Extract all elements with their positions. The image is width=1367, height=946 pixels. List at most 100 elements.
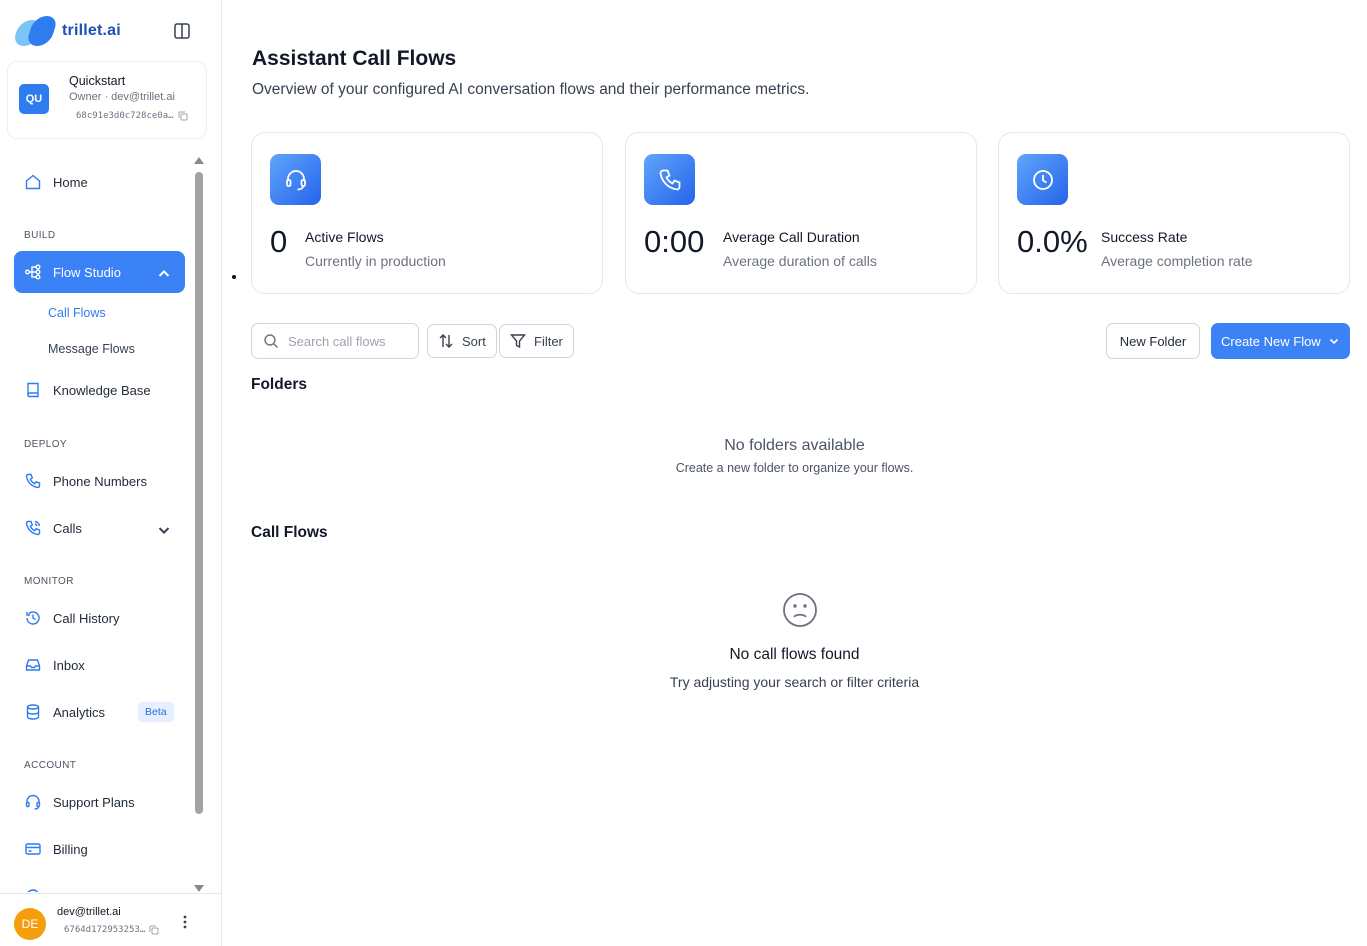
- gear-icon: [27, 889, 39, 892]
- sidebar-item-billing[interactable]: Billing: [14, 828, 185, 870]
- inbox-icon: [25, 659, 41, 671]
- section-label-build: BUILD: [24, 230, 56, 241]
- stat-label: Average Call Duration: [723, 229, 860, 245]
- clock-icon: [1017, 154, 1068, 205]
- create-new-flow-label: Create New Flow: [1221, 333, 1321, 349]
- sidebar-item-label: Analytics: [53, 704, 106, 720]
- workspace-card[interactable]: QU Quickstart Owner · dev@trillet.ai 68c…: [7, 61, 207, 139]
- chevron-up-icon: [158, 269, 170, 277]
- workspace-avatar: QU: [19, 84, 49, 114]
- stat-desc: Average completion rate: [1101, 253, 1253, 269]
- home-icon: [25, 174, 41, 190]
- sidebar-item-flow-studio[interactable]: Flow Studio: [14, 251, 185, 293]
- sort-icon: [439, 334, 453, 348]
- workspace-role: Owner · dev@trillet.ai: [69, 91, 175, 103]
- sidebar-subitem-message-flows[interactable]: Message Flows: [48, 342, 135, 356]
- stat-desc: Average duration of calls: [723, 253, 877, 269]
- section-label-monitor: MONITOR: [24, 576, 74, 587]
- folders-heading: Folders: [251, 376, 307, 393]
- filter-label: Filter: [534, 333, 563, 349]
- scroll-thumb[interactable]: [195, 172, 203, 814]
- sidebar-item-label: Calls: [53, 520, 82, 536]
- sad-face-icon: [783, 593, 817, 627]
- sort-label: Sort: [462, 333, 486, 349]
- copy-icon[interactable]: [149, 925, 159, 935]
- sidebar-scrollbar[interactable]: [193, 157, 205, 892]
- sidebar-item-label: Knowledge Base: [53, 382, 151, 398]
- flow-icon: [25, 264, 41, 280]
- brand-name: trillet.ai: [62, 22, 121, 39]
- more-vertical-icon[interactable]: [180, 914, 190, 930]
- filter-button[interactable]: Filter: [499, 324, 574, 358]
- sidebar-item-label: Home: [53, 174, 88, 190]
- logo-icon: [11, 16, 59, 46]
- new-folder-button[interactable]: New Folder: [1106, 323, 1200, 359]
- section-label-deploy: DEPLOY: [24, 439, 67, 450]
- book-icon: [27, 382, 39, 398]
- user-email: dev@trillet.ai: [57, 906, 121, 918]
- stat-value: 0:00: [644, 224, 705, 259]
- stat-value: 0.0%: [1017, 224, 1088, 259]
- sidebar-item-home[interactable]: Home: [14, 161, 185, 203]
- history-icon: [26, 611, 40, 625]
- folders-empty-title: No folders available: [724, 437, 865, 454]
- chevron-down-icon: [158, 527, 170, 535]
- search-icon: [264, 334, 278, 348]
- sidebar-item-label: Flow Studio: [53, 264, 121, 280]
- sidebar-item-call-history[interactable]: Call History: [14, 597, 185, 639]
- stat-label: Active Flows: [305, 229, 384, 245]
- sidebar-item-label: Support Plans: [53, 794, 135, 810]
- chevron-down-icon[interactable]: [1328, 335, 1340, 347]
- sidebar: trillet.ai QU Quickstart Owner · dev@tri…: [0, 0, 222, 946]
- stat-card-avg-call-duration: 0:00 Average Call Duration Average durat…: [625, 132, 977, 294]
- sidebar-item-knowledge-base[interactable]: Knowledge Base: [14, 369, 185, 411]
- section-label-account: ACCOUNT: [24, 760, 77, 771]
- stat-label: Success Rate: [1101, 229, 1188, 245]
- folders-empty-desc: Create a new folder to organize your flo…: [675, 461, 914, 475]
- page-title: Assistant Call Flows: [252, 47, 457, 70]
- database-icon: [26, 704, 40, 720]
- search-input[interactable]: [288, 333, 408, 349]
- workspace-id: 68c91e3d0c728ce0a…: [76, 111, 188, 121]
- main-content: Assistant Call Flows Overview of your co…: [222, 0, 1367, 946]
- credit-card-icon: [25, 843, 41, 855]
- page-subtitle: Overview of your configured AI conversat…: [252, 81, 810, 98]
- sidebar-item-label: Call History: [53, 610, 120, 626]
- sidebar-nav: Home BUILD Flow Studio Call Flows Messag…: [0, 160, 208, 892]
- scroll-up-arrow-icon[interactable]: [194, 157, 204, 164]
- user-id: 6764d172953253…: [64, 925, 159, 935]
- sidebar-item-label: Phone Numbers: [53, 473, 147, 489]
- sidebar-item-settings[interactable]: [14, 875, 185, 892]
- filter-icon: [510, 334, 526, 349]
- sidebar-item-support-plans[interactable]: Support Plans: [14, 781, 185, 823]
- workspace-name: Quickstart: [69, 74, 126, 88]
- create-new-flow-button[interactable]: Create New Flow: [1211, 323, 1350, 359]
- stat-value: 0: [270, 224, 288, 259]
- call-flows-empty-desc: Try adjusting your search or filter crit…: [669, 674, 920, 690]
- workspace-id-text: 68c91e3d0c728ce0a…: [76, 111, 174, 121]
- headset-icon: [270, 154, 321, 205]
- sidebar-item-label: Billing: [53, 841, 88, 857]
- user-profile-bar[interactable]: DE dev@trillet.ai 6764d172953253…: [0, 893, 221, 946]
- phone-icon: [644, 154, 695, 205]
- scroll-down-arrow-icon[interactable]: [194, 885, 204, 892]
- sidebar-item-inbox[interactable]: Inbox: [14, 644, 185, 686]
- phone-icon: [25, 473, 41, 489]
- phone-call-icon: [25, 520, 41, 536]
- sidebar-toggle-icon[interactable]: [173, 22, 191, 40]
- stat-card-active-flows: 0 Active Flows Currently in production: [251, 132, 603, 294]
- stat-desc: Currently in production: [305, 253, 446, 269]
- copy-icon[interactable]: [178, 111, 188, 121]
- user-id-text: 6764d172953253…: [64, 925, 146, 935]
- brand-logo[interactable]: trillet.ai: [11, 16, 121, 46]
- sidebar-item-label: Inbox: [53, 657, 85, 673]
- sidebar-item-analytics[interactable]: Analytics Beta: [14, 691, 185, 733]
- call-flows-empty-title: No call flows found: [729, 646, 860, 663]
- sort-button[interactable]: Sort: [427, 324, 497, 358]
- sidebar-subitem-call-flows[interactable]: Call Flows: [48, 306, 106, 320]
- sidebar-item-phone-numbers[interactable]: Phone Numbers: [14, 460, 185, 502]
- search-box[interactable]: [251, 323, 419, 359]
- headset-icon: [25, 794, 41, 810]
- sidebar-item-calls[interactable]: Calls: [14, 507, 185, 549]
- user-avatar: DE: [14, 908, 46, 940]
